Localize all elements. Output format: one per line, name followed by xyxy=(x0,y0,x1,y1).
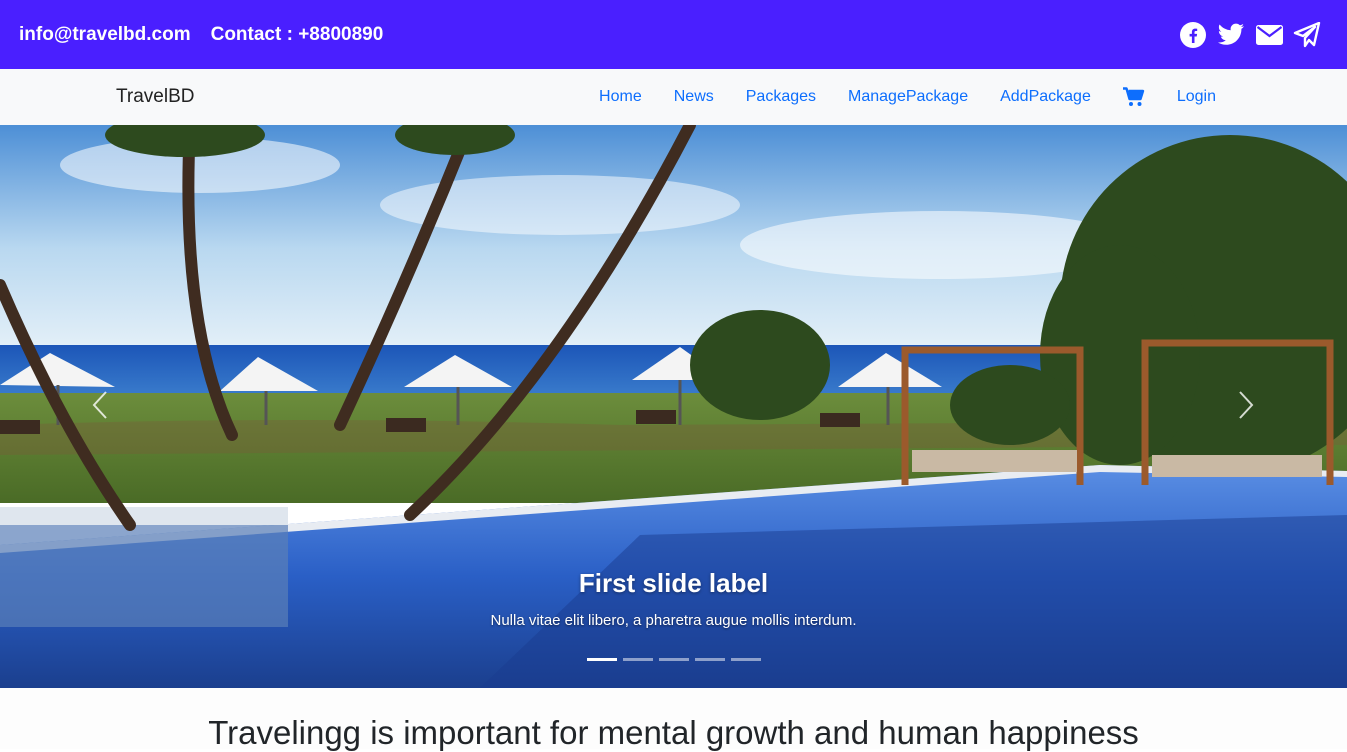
social-links xyxy=(1179,21,1321,49)
slide-label: First slide label xyxy=(578,568,769,598)
twitter-icon[interactable] xyxy=(1217,21,1245,49)
cart-icon[interactable] xyxy=(1122,87,1145,107)
nav-news[interactable]: News xyxy=(674,88,714,106)
nav-home[interactable]: Home xyxy=(599,88,642,106)
email-text: info@travelbd.com xyxy=(19,23,191,45)
phone-text: Contact : +8800890 xyxy=(210,23,384,45)
slide-text: Nulla vitae elit libero, a pharetra augu… xyxy=(490,612,857,629)
telegram-icon[interactable] xyxy=(1293,21,1321,49)
nav-login[interactable]: Login xyxy=(1177,88,1216,106)
nav-manage-package[interactable]: ManagePackage xyxy=(848,88,968,106)
nav-links: Home News Packages ManagePackage AddPack… xyxy=(599,87,1216,107)
slide-indicator-2[interactable] xyxy=(623,658,653,661)
contact-info: info@travelbd.com Contact : +8800890 xyxy=(19,24,383,46)
carousel-indicators xyxy=(587,658,761,661)
slide-indicator-5[interactable] xyxy=(731,658,761,661)
slide-indicator-3[interactable] xyxy=(659,658,689,661)
slide-indicator-4[interactable] xyxy=(695,658,725,661)
slide-indicator-1[interactable] xyxy=(587,658,617,661)
carousel-next-button[interactable] xyxy=(1226,380,1266,430)
nav-packages[interactable]: Packages xyxy=(746,88,816,106)
envelope-icon[interactable] xyxy=(1255,21,1283,49)
hero-carousel: First slide label Nulla vitae elit liber… xyxy=(0,125,1347,688)
headline-section: Travelingg is important for mental growt… xyxy=(0,688,1347,751)
facebook-icon[interactable] xyxy=(1179,21,1207,49)
nav-add-package[interactable]: AddPackage xyxy=(1000,88,1091,106)
top-bar: info@travelbd.com Contact : +8800890 xyxy=(0,0,1347,69)
carousel-prev-button[interactable] xyxy=(80,380,120,430)
headline-text: Travelingg is important for mental growt… xyxy=(208,714,1139,751)
resort-pool-image xyxy=(0,125,1347,688)
main-navbar: TravelBD Home News Packages ManagePackag… xyxy=(0,69,1347,125)
brand-logo[interactable]: TravelBD xyxy=(116,86,194,108)
